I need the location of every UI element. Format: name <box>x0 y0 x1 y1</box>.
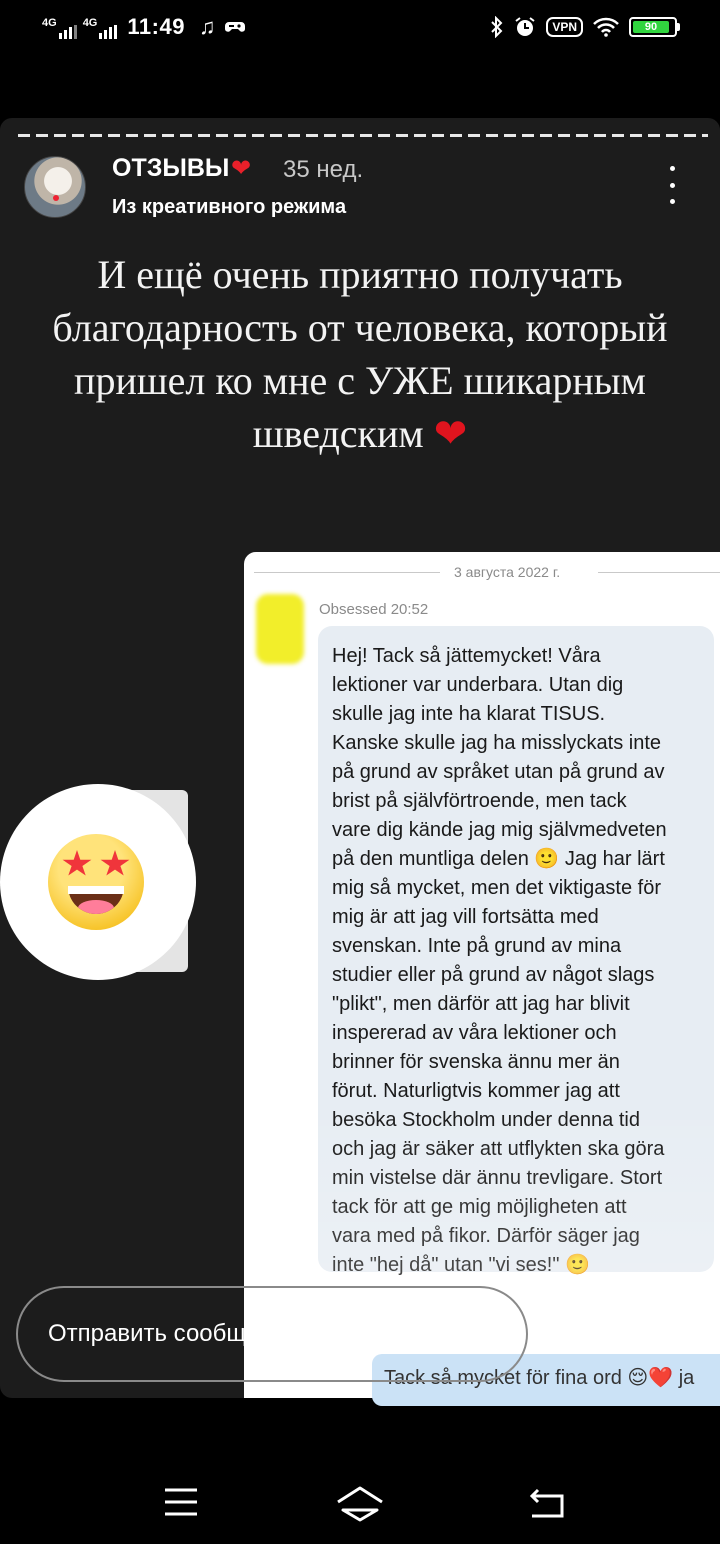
send-icon[interactable] <box>638 1310 690 1356</box>
story-time: 35 нед. <box>283 156 364 183</box>
vpn-badge: VPN <box>546 17 583 37</box>
story-mode-label: Из креативного режима <box>112 196 347 218</box>
more-vertical-icon[interactable] <box>660 166 684 204</box>
home-icon[interactable] <box>330 1480 390 1524</box>
back-icon[interactable] <box>518 1480 578 1524</box>
headline-text: И ещё очень приятно получать благодарнос… <box>52 252 668 456</box>
blurred-avatar <box>256 594 304 664</box>
heart-icon: ❤ <box>433 411 468 457</box>
story-progress-bar <box>18 134 708 137</box>
alarm-icon <box>515 17 535 36</box>
message-input[interactable]: Отправить сообщение <box>16 1286 528 1382</box>
bluetooth-icon <box>491 16 503 38</box>
gamepad-icon <box>225 22 246 32</box>
navigation-bar <box>0 1460 720 1544</box>
story-username[interactable]: ОТЗЫВЫ <box>112 154 229 183</box>
signal-2-icon: 4G <box>83 15 118 39</box>
battery-icon: 90 <box>629 17 680 37</box>
chat-date: 3 августа 2022 г. <box>454 564 561 580</box>
status-bar: 4G 4G 11:49 ♫ VPN 90 <box>0 0 720 58</box>
menu-icon[interactable] <box>150 1480 210 1524</box>
story-card[interactable]: ОТЗЫВЫ ❤ 35 нед. Из креативного режима И… <box>0 118 720 1398</box>
battery-level: 90 <box>633 21 669 33</box>
heart-outline-icon[interactable] <box>558 1310 610 1356</box>
avatar[interactable] <box>24 156 86 218</box>
status-left: 4G 4G 11:49 ♫ <box>42 14 246 40</box>
username-heart-icon: ❤ <box>231 155 252 182</box>
message-bubble: Hej! Tack så jättemycket! Våra lektioner… <box>318 626 714 1276</box>
message-text: Hej! Tack så jättemycket! Våra lektioner… <box>332 645 667 1276</box>
chat-screenshot: 3 августа 2022 г. Obsessed 20:52 Hej! Ta… <box>244 552 720 1398</box>
wifi-icon <box>593 17 619 37</box>
message-sender: Obsessed 20:52 <box>319 601 429 618</box>
date-separator: 3 августа 2022 г. <box>254 562 720 582</box>
clock: 11:49 <box>127 14 185 39</box>
star-struck-emoji-icon <box>48 834 144 930</box>
status-right: VPN 90 <box>490 16 680 38</box>
music-note-icon: ♫ <box>198 14 216 39</box>
story-headline: И ещё очень приятно получать благодарнос… <box>40 248 680 461</box>
signal-1-icon: 4G <box>42 15 77 39</box>
